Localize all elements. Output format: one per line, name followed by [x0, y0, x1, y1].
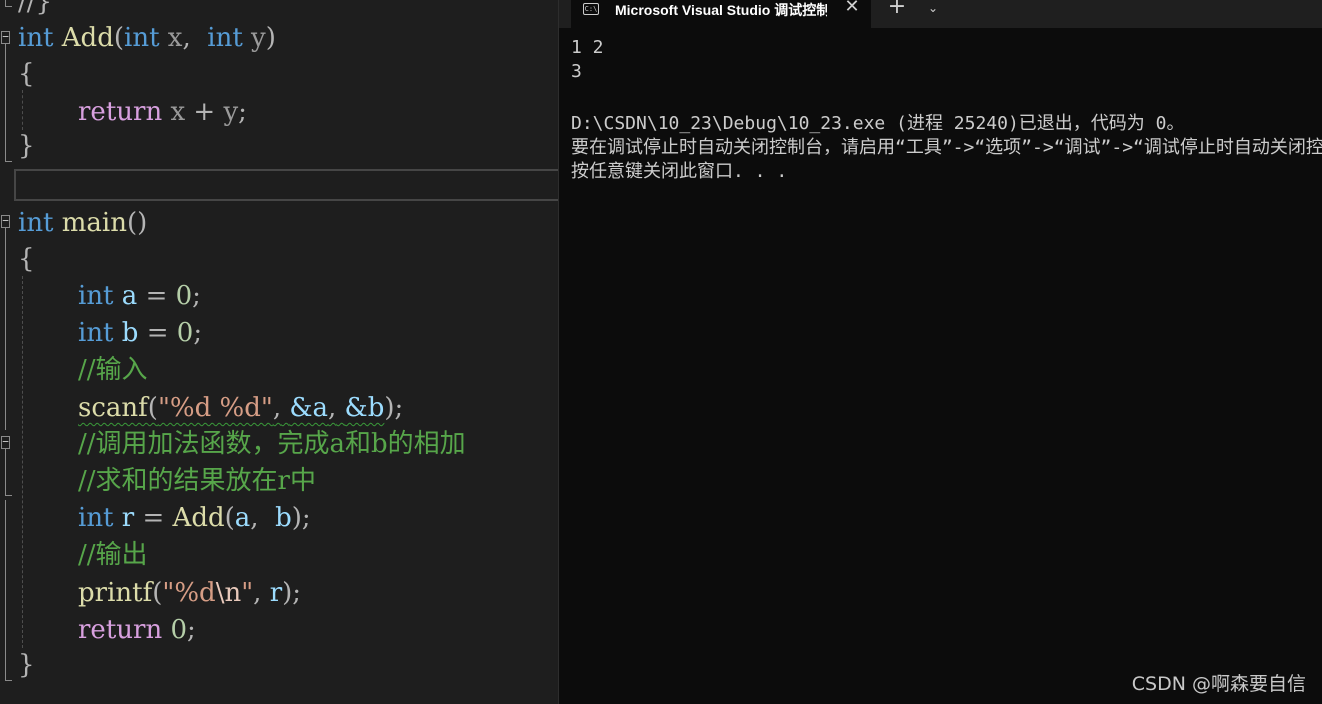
debug-console-window[interactable]: C:\ Microsoft Visual Studio 调试控制台 ✕ + ⌄ … [559, 0, 1322, 704]
console-line: 1 2 [571, 37, 604, 58]
code-comment: //调用加法函数，完成a和b的相加 [78, 429, 466, 459]
fold-line [5, 500, 6, 680]
tab-title: Microsoft Visual Studio 调试控制台 [615, 2, 827, 18]
code-line: int r = Add(a, b); [78, 503, 311, 533]
fold-end-marker [5, 161, 12, 162]
fold-end-marker [5, 495, 12, 496]
fold-end-marker [5, 680, 12, 681]
code-comment: //输出 [78, 540, 148, 570]
console-line: 要在调试停止时自动关闭控制台，请启用“工具”->“选项”->“调试”->“调试停… [571, 137, 1322, 158]
code-line: { [18, 59, 35, 89]
tab-debug-console[interactable]: C:\ Microsoft Visual Studio 调试控制台 ✕ [571, 0, 871, 28]
console-line: D:\CSDN\10_23\Debug\10_23.exe (进程 25240)… [571, 113, 1185, 134]
console-line: 3 [571, 61, 582, 82]
function-name: Add [61, 23, 114, 53]
code-line-scanf: scanf("%d %d", &a, &b); [78, 393, 404, 423]
code-line: } [18, 131, 35, 161]
code-line: } [18, 650, 35, 680]
chevron-down-icon[interactable]: ⌄ [921, 0, 945, 19]
code-line-main-signature: int main() [18, 208, 148, 238]
code-line-add-signature: int Add(int x, int y) [18, 23, 276, 53]
code-line: //} [18, 0, 53, 17]
type-keyword: int [18, 23, 54, 53]
fold-toggle-main[interactable]: − [1, 215, 10, 228]
console-line: 按任意键关闭此窗口. . . [571, 161, 788, 182]
function-name: main [61, 208, 127, 238]
terminal-tab-bar: C:\ Microsoft Visual Studio 调试控制台 ✕ + ⌄ [559, 0, 1322, 28]
code-line: int b = 0; [78, 318, 203, 348]
code-comment: //求和的结果放在r中 [78, 466, 316, 496]
fold-line [5, 44, 6, 161]
fold-toggle-comment[interactable]: − [1, 436, 10, 449]
close-icon[interactable]: ✕ [843, 0, 861, 17]
watermark: CSDN @啊森要自信 [1131, 673, 1306, 695]
new-tab-button[interactable]: + [885, 0, 909, 18]
code-line: int a = 0; [78, 281, 201, 311]
fold-end-marker [5, 6, 12, 7]
code-editor[interactable]: − − − //} int Add(int x, int y) { return… [0, 0, 559, 704]
code-line-return: return 0; [78, 615, 196, 645]
code-line: { [18, 244, 35, 274]
warning-squiggle[interactable]: scanf("%d %d", &a, &b [78, 393, 384, 423]
code-line-printf: printf("%d\n", r); [78, 578, 302, 608]
current-line-highlight [14, 169, 559, 201]
code-line-return: return x + y; [78, 97, 247, 127]
code-comment: //输入 [78, 355, 148, 385]
console-icon: C:\ [583, 3, 599, 15]
fold-line [5, 228, 6, 430]
fold-toggle-add[interactable]: − [1, 31, 10, 44]
fold-line [5, 449, 6, 495]
